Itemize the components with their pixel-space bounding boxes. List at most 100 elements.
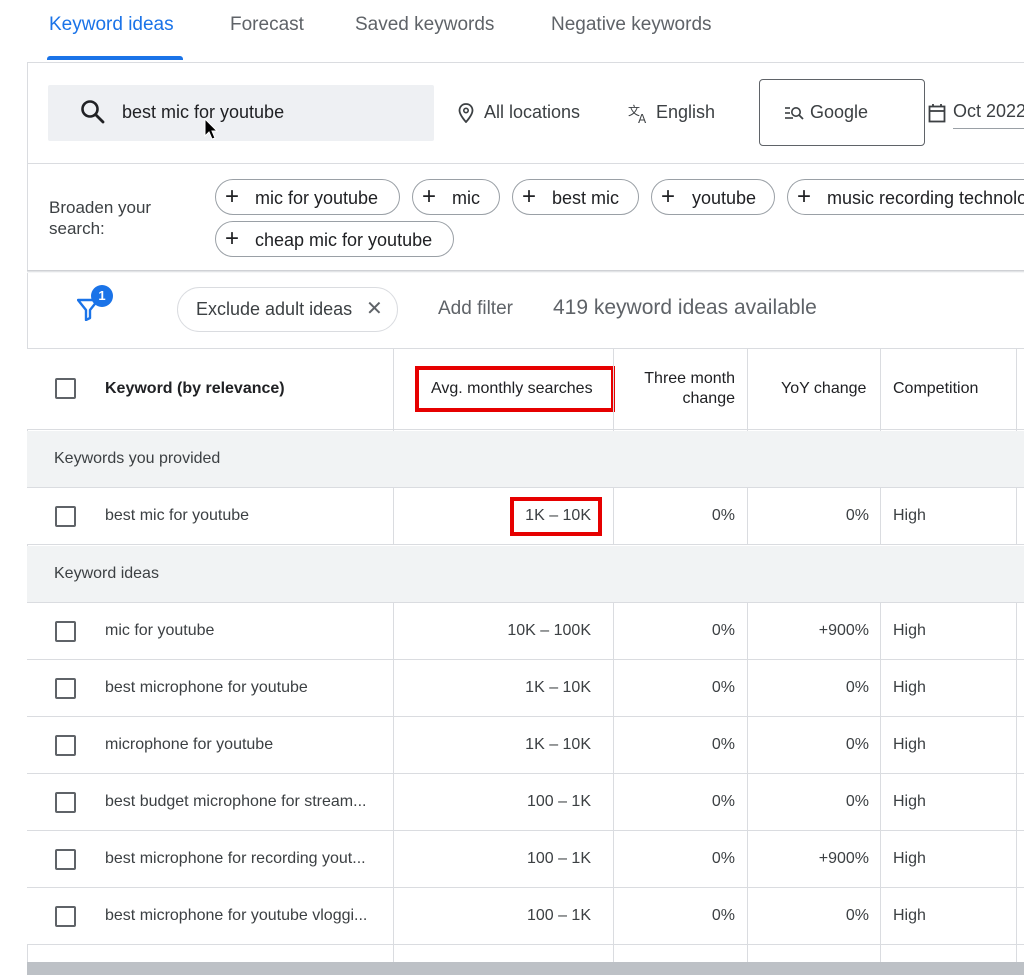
three-month-cell: 0% xyxy=(711,850,735,867)
plus-icon: + xyxy=(522,183,537,210)
broaden-label: Broaden your search: xyxy=(49,198,152,238)
keyword-cell: best mic for youtube xyxy=(105,507,250,524)
column-three-month-change-line1[interactable]: Three month xyxy=(628,370,735,388)
avg-searches-cell: 1K – 10K xyxy=(525,679,591,696)
broaden-chip[interactable]: + cheap mic for youtube xyxy=(215,221,454,257)
three-month-cell: 0% xyxy=(711,679,735,696)
table-row[interactable]: best budget microphone for stream... 100… xyxy=(27,774,1024,831)
tab-saved-keywords[interactable]: Saved keywords xyxy=(355,14,494,36)
section-label: Keyword ideas xyxy=(54,565,159,582)
row-checkbox[interactable] xyxy=(55,678,76,699)
plus-icon: + xyxy=(225,225,240,252)
horizontal-scrollbar[interactable] xyxy=(27,962,1024,975)
close-icon[interactable]: ✕ xyxy=(366,299,383,319)
competition-cell: High xyxy=(893,736,926,753)
section-label: Keywords you provided xyxy=(54,450,221,467)
column-separator xyxy=(393,488,394,545)
filter-count-badge: 1 xyxy=(91,285,113,307)
section-header-ideas: Keyword ideas xyxy=(27,546,1024,603)
broaden-chip[interactable]: + best mic xyxy=(512,179,639,215)
filter-chip-label: Exclude adult ideas xyxy=(196,299,353,319)
table-row[interactable]: best microphone for youtube vloggi... 10… xyxy=(27,888,1024,945)
row-checkbox[interactable] xyxy=(55,849,76,870)
broaden-chip[interactable]: + mic for youtube xyxy=(215,179,400,215)
date-underline xyxy=(953,128,1024,129)
keyword-cell: best microphone for recording yout... xyxy=(105,850,366,867)
tab-keyword-ideas[interactable]: Keyword ideas xyxy=(49,14,174,36)
table-row[interactable]: mic for youtube 10K – 100K 0% +900% High xyxy=(27,603,1024,660)
mouse-pointer-icon xyxy=(204,118,219,140)
column-competition[interactable]: Competition xyxy=(893,380,978,398)
yoy-cell: 0% xyxy=(845,907,869,924)
svg-text:A: A xyxy=(638,112,647,124)
keyword-cell: best budget microphone for stream... xyxy=(105,793,367,810)
keyword-cell: best microphone for youtube xyxy=(105,679,308,696)
column-keyword[interactable]: Keyword (by relevance) xyxy=(105,380,285,398)
section-shadow xyxy=(27,270,1024,273)
chip-label: youtube xyxy=(692,188,757,208)
yoy-cell: 0% xyxy=(845,793,869,810)
location-pin-icon xyxy=(458,103,474,123)
competition-cell: High xyxy=(893,850,926,867)
location-selector[interactable]: All locations xyxy=(484,102,580,123)
chip-label: mic xyxy=(452,188,480,208)
row-checkbox[interactable] xyxy=(55,506,76,527)
column-separator xyxy=(393,348,394,431)
add-filter-button[interactable]: Add filter xyxy=(438,298,513,320)
three-month-cell: 0% xyxy=(711,907,735,924)
plus-icon: + xyxy=(225,183,240,210)
keyword-cell: mic for youtube xyxy=(105,622,215,639)
language-selector[interactable]: English xyxy=(656,102,715,123)
avg-searches-cell: 10K – 100K xyxy=(507,622,591,639)
plus-icon: + xyxy=(661,183,676,210)
column-separator xyxy=(613,488,614,545)
column-separator xyxy=(613,603,614,962)
row-checkbox[interactable] xyxy=(55,735,76,756)
column-separator xyxy=(1016,348,1017,431)
avg-searches-cell: 100 – 1K xyxy=(526,907,591,924)
chip-label: music recording technology xyxy=(827,188,1024,208)
select-all-checkbox[interactable] xyxy=(55,378,76,399)
search-icon xyxy=(81,100,105,124)
tab-bar: Keyword ideas Forecast Saved keywords Ne… xyxy=(0,0,1024,62)
plus-icon: + xyxy=(422,183,437,210)
broaden-chip[interactable]: + music recording technology xyxy=(787,179,1024,215)
table-row[interactable]: microphone for youtube 1K – 10K 0% 0% Hi… xyxy=(27,717,1024,774)
highlight-box-header xyxy=(415,366,615,412)
column-separator xyxy=(393,603,394,962)
yoy-cell: 0% xyxy=(845,679,869,696)
row-checkbox[interactable] xyxy=(55,906,76,927)
column-separator xyxy=(1016,488,1017,545)
panel-top-border xyxy=(27,62,1024,63)
row-checkbox[interactable] xyxy=(55,621,76,642)
tab-forecast[interactable]: Forecast xyxy=(230,14,304,36)
competition-cell: High xyxy=(893,907,926,924)
table-row[interactable]: best microphone for youtube 1K – 10K 0% … xyxy=(27,660,1024,717)
divider xyxy=(27,163,1024,164)
column-separator xyxy=(747,488,748,545)
three-month-cell: 0% xyxy=(711,622,735,639)
tab-negative-keywords[interactable]: Negative keywords xyxy=(551,14,712,36)
column-separator xyxy=(880,348,881,431)
yoy-cell: 0% xyxy=(845,736,869,753)
search-network-icon xyxy=(785,107,804,120)
table-row[interactable]: best microphone for recording yout... 10… xyxy=(27,831,1024,888)
chip-label: cheap mic for youtube xyxy=(255,230,433,250)
yoy-cell: +900% xyxy=(818,850,869,867)
column-separator xyxy=(880,603,881,962)
competition-cell: High xyxy=(893,622,926,639)
translate-icon: 文 A xyxy=(628,103,647,124)
calendar-icon xyxy=(928,104,946,123)
column-three-month-change-line2[interactable]: change xyxy=(628,390,736,408)
column-yoy-change[interactable]: YoY change xyxy=(781,380,866,398)
row-checkbox[interactable] xyxy=(55,792,76,813)
keyword-ideas-count: 419 keyword ideas available xyxy=(553,296,817,319)
avg-searches-cell: 100 – 1K xyxy=(526,793,591,810)
plus-icon: + xyxy=(797,183,812,210)
date-range-selector[interactable]: Oct 2022 xyxy=(953,101,1024,122)
broaden-chip[interactable]: + mic xyxy=(412,179,500,215)
broaden-chip[interactable]: + youtube xyxy=(651,179,775,215)
chip-label: mic for youtube xyxy=(255,188,379,208)
yoy-cell: +900% xyxy=(818,622,869,639)
competition-cell: High xyxy=(893,679,926,696)
